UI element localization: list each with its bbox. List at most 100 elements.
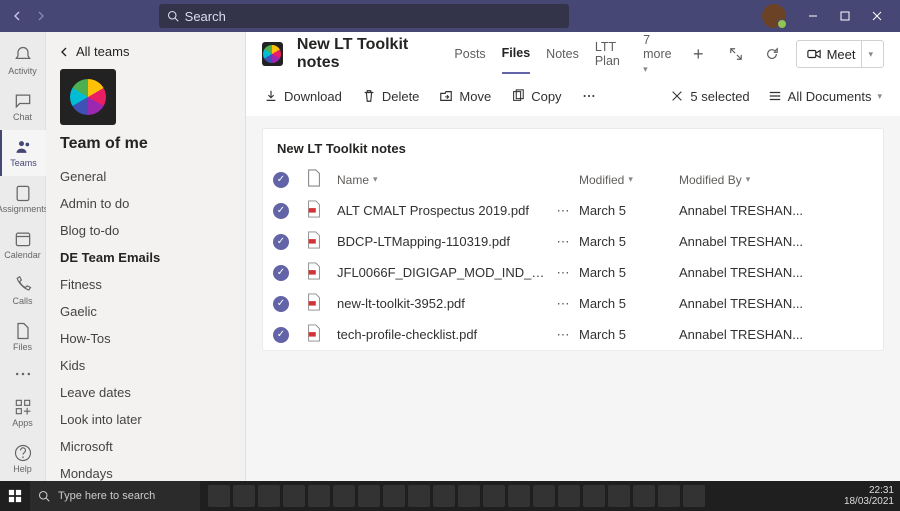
channel-item[interactable]: Fitness — [46, 271, 245, 298]
channel-item[interactable]: Blog to-do — [46, 217, 245, 244]
rail-label: Calendar — [4, 250, 41, 260]
taskbar-app[interactable] — [608, 485, 630, 507]
nav-forward-button[interactable] — [30, 6, 50, 26]
column-name[interactable]: Name▾ — [337, 173, 547, 187]
taskbar-clock[interactable]: 22:31 18/03/2021 — [844, 485, 894, 507]
user-avatar[interactable] — [762, 4, 786, 28]
download-button[interactable]: Download — [264, 89, 342, 104]
tab-7-more[interactable]: 7 more ▾ — [643, 21, 673, 87]
row-more-button[interactable]: ⋯ — [547, 296, 579, 312]
view-selector[interactable]: All Documents▾ — [768, 89, 882, 104]
file-name: JFL0066F_DIGIGAP_MOD_IND_FRAME... — [337, 265, 547, 280]
taskbar-app[interactable] — [433, 485, 455, 507]
taskbar-app[interactable] — [533, 485, 555, 507]
taskbar-app[interactable] — [358, 485, 380, 507]
taskbar-app[interactable] — [383, 485, 405, 507]
tab-notes[interactable]: Notes — [546, 35, 579, 73]
team-name[interactable]: Team of me — [46, 135, 245, 163]
table-row[interactable]: ✓tech-profile-checklist.pdf⋯March 5Annab… — [263, 319, 883, 350]
row-more-button[interactable]: ⋯ — [547, 327, 579, 343]
meet-button[interactable]: Meet ▾ — [796, 40, 884, 68]
taskbar-app[interactable] — [458, 485, 480, 507]
rail-teams[interactable]: Teams — [0, 130, 46, 176]
add-tab-button[interactable]: + — [687, 44, 710, 65]
channel-item[interactable]: Look into later — [46, 406, 245, 433]
refresh-icon[interactable] — [760, 42, 784, 66]
channel-item[interactable]: Kids — [46, 352, 245, 379]
window-maximize-button[interactable] — [830, 2, 860, 30]
channel-item[interactable]: Leave dates — [46, 379, 245, 406]
channel-item[interactable]: Mondays — [46, 460, 245, 481]
start-button[interactable] — [0, 481, 30, 511]
row-checkbox[interactable]: ✓ — [273, 203, 289, 219]
table-row[interactable]: ✓new-lt-toolkit-3952.pdf⋯March 5Annabel … — [263, 288, 883, 319]
rail-calls[interactable]: Calls — [0, 267, 46, 313]
taskbar-app[interactable] — [308, 485, 330, 507]
more-commands[interactable] — [582, 89, 596, 103]
row-checkbox[interactable]: ✓ — [273, 296, 289, 312]
rail-chat[interactable]: Chat — [0, 84, 46, 130]
table-row[interactable]: ✓BDCP-LTMapping-110319.pdf⋯March 5Annabe… — [263, 226, 883, 257]
channel-item[interactable]: Microsoft — [46, 433, 245, 460]
taskbar-app[interactable] — [483, 485, 505, 507]
taskbar-app[interactable] — [558, 485, 580, 507]
th-label: Modified — [579, 173, 624, 187]
taskbar-app[interactable] — [333, 485, 355, 507]
channel-item[interactable]: Gaelic — [46, 298, 245, 325]
rail-activity[interactable]: Activity — [0, 38, 46, 84]
rail-calendar[interactable]: Calendar — [0, 222, 46, 268]
meet-dropdown[interactable]: ▾ — [861, 41, 879, 67]
table-row[interactable]: ✓ALT CMALT Prospectus 2019.pdf⋯March 5An… — [263, 195, 883, 226]
window-minimize-button[interactable] — [798, 2, 828, 30]
taskbar-app[interactable] — [508, 485, 530, 507]
channel-item[interactable]: How-Tos — [46, 325, 245, 352]
taskbar-app[interactable] — [683, 485, 705, 507]
rail-label: Help — [13, 464, 32, 474]
taskbar-app[interactable] — [408, 485, 430, 507]
tab-files[interactable]: Files — [502, 34, 531, 74]
row-checkbox[interactable]: ✓ — [273, 327, 289, 343]
copy-button[interactable]: Copy — [511, 89, 561, 104]
channel-item[interactable]: DE Team Emails — [46, 244, 245, 271]
move-button[interactable]: Move — [439, 89, 491, 104]
column-modifiedby[interactable]: Modified By▾ — [679, 173, 839, 187]
row-more-button[interactable]: ⋯ — [547, 203, 579, 219]
file-name: BDCP-LTMapping-110319.pdf — [337, 234, 547, 249]
row-more-button[interactable]: ⋯ — [547, 265, 579, 281]
tab-posts[interactable]: Posts — [454, 35, 485, 73]
select-all-checkbox[interactable]: ✓ — [273, 172, 289, 188]
search-placeholder: Search — [185, 9, 226, 24]
channel-item[interactable]: Admin to do — [46, 190, 245, 217]
rail-label: Files — [13, 342, 32, 352]
pdf-icon — [305, 293, 323, 311]
taskbar-app[interactable] — [283, 485, 305, 507]
channel-item[interactable]: General — [46, 163, 245, 190]
window-close-button[interactable] — [862, 2, 892, 30]
selection-count[interactable]: 5 selected — [670, 89, 749, 104]
rail-assignments[interactable]: Assignments — [0, 176, 46, 222]
taskbar-app[interactable] — [658, 485, 680, 507]
expand-icon[interactable] — [724, 42, 748, 66]
rail-apps[interactable]: Apps — [0, 389, 46, 435]
table-row[interactable]: ✓JFL0066F_DIGIGAP_MOD_IND_FRAME...⋯March… — [263, 257, 883, 288]
rail-more[interactable] — [0, 359, 46, 389]
taskbar-app[interactable] — [583, 485, 605, 507]
rail-files[interactable]: Files — [0, 313, 46, 359]
taskbar-app[interactable] — [633, 485, 655, 507]
taskbar-tray[interactable]: 22:31 18/03/2021 — [844, 485, 900, 507]
team-avatar[interactable] — [60, 69, 116, 125]
taskbar-app[interactable] — [258, 485, 280, 507]
back-all-teams[interactable]: All teams — [46, 32, 245, 67]
row-more-button[interactable]: ⋯ — [547, 234, 579, 250]
row-checkbox[interactable]: ✓ — [273, 234, 289, 250]
channel-panel: All teams Team of me GeneralAdmin to doB… — [46, 32, 246, 481]
row-checkbox[interactable]: ✓ — [273, 265, 289, 281]
taskbar-search[interactable]: Type here to search — [30, 481, 200, 511]
taskbar-app[interactable] — [233, 485, 255, 507]
delete-button[interactable]: Delete — [362, 89, 420, 104]
taskbar-app[interactable] — [208, 485, 230, 507]
nav-back-button[interactable] — [8, 6, 28, 26]
rail-help[interactable]: Help — [0, 435, 46, 481]
tab-ltt-plan[interactable]: LTT Plan — [595, 28, 627, 80]
column-modified[interactable]: Modified▾ — [579, 173, 679, 187]
